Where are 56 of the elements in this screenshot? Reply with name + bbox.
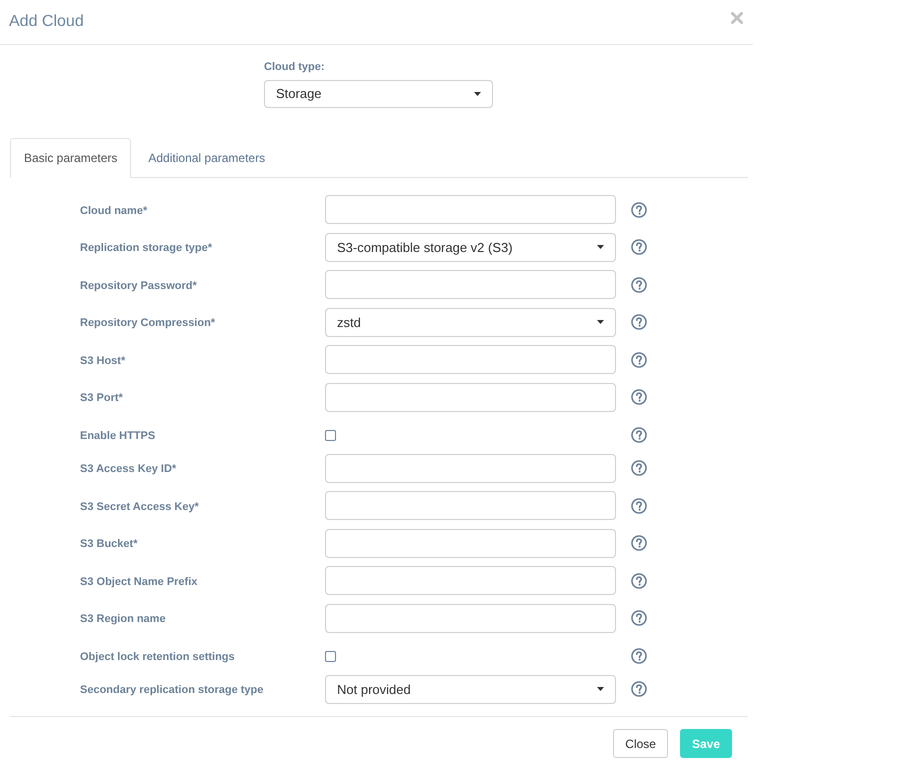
help-icon[interactable] [631, 572, 647, 589]
field-label: S3 Port* [80, 392, 123, 404]
field-label: Replication storage type* [80, 242, 212, 254]
field-label: S3 Secret Access Key* [80, 500, 199, 513]
text-input-field[interactable] [325, 454, 616, 483]
text-input-field[interactable] [325, 491, 616, 520]
field-label: S3 Object Name Prefix [80, 576, 198, 588]
checkbox[interactable] [325, 430, 336, 441]
text-input-field[interactable] [325, 566, 616, 596]
help-icon[interactable] [631, 389, 647, 406]
field-label: S3 Bucket* [80, 538, 138, 550]
help-icon[interactable] [631, 610, 647, 626]
select-value: Not provided [337, 680, 411, 699]
help-icon[interactable] [631, 427, 647, 444]
field-label: Object lock retention settings [80, 651, 235, 664]
select-value: Storage [276, 85, 322, 104]
field-label: Secondary replication storage type [80, 684, 264, 696]
help-icon[interactable] [631, 681, 647, 698]
dialog-title: Add Cloud [9, 12, 84, 32]
checkbox[interactable] [325, 650, 336, 662]
select-value: S3-compatible storage v2 (S3) [337, 238, 513, 257]
select-value: zstd [337, 314, 361, 332]
field-label: S3 Host* [80, 354, 126, 367]
text-input-field[interactable] [325, 382, 616, 412]
field-label: Repository Password* [80, 280, 197, 292]
select-dropdown[interactable]: zstd [325, 308, 616, 337]
select-dropdown[interactable]: S3-compatible storage v2 (S3) [325, 232, 616, 262]
text-input-field[interactable] [325, 345, 616, 374]
caret-icon [597, 687, 604, 692]
field-label: Cloud type: [264, 60, 324, 74]
text-input-field[interactable] [325, 195, 616, 224]
field-label: Cloud name* [80, 204, 148, 217]
select-dropdown[interactable]: Not provided [325, 674, 616, 704]
tab[interactable]: Basic parameters [10, 138, 132, 178]
text-input-field[interactable] [325, 604, 616, 633]
help-icon[interactable] [631, 352, 647, 368]
tab[interactable]: Additional parameters [131, 138, 282, 178]
select-dropdown[interactable]: Storage [264, 80, 493, 108]
help-icon[interactable] [631, 460, 647, 476]
caret-icon [597, 245, 604, 250]
caret-icon [597, 320, 604, 324]
help-icon[interactable] [631, 314, 647, 330]
help-icon[interactable] [631, 535, 647, 552]
field-label: Enable HTTPS [80, 430, 156, 442]
help-icon[interactable] [631, 202, 647, 218]
help-icon[interactable] [631, 276, 647, 293]
text-input-field[interactable] [325, 270, 616, 300]
close-button[interactable]: Close [613, 729, 668, 758]
field-label: S3 Access Key ID* [80, 463, 176, 476]
caret-icon [474, 92, 481, 96]
text-input-field[interactable] [325, 528, 616, 558]
help-icon[interactable] [631, 239, 647, 256]
help-icon[interactable] [631, 648, 647, 664]
help-icon[interactable] [631, 498, 647, 514]
field-label: Repository Compression* [80, 317, 216, 330]
field-label: S3 Region name [80, 613, 166, 626]
